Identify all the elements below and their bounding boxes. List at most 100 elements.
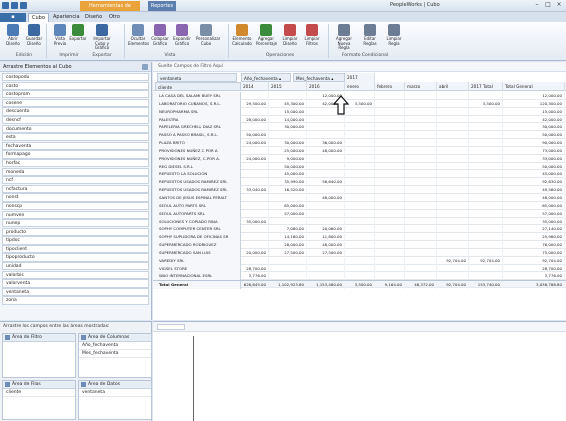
pivot-cell[interactable]: 24,000.00 bbox=[241, 154, 269, 163]
pivot-cell[interactable] bbox=[345, 272, 375, 281]
pivot-cell[interactable]: 48,372.00 bbox=[405, 281, 437, 290]
field-list-item[interactable]: costopodu bbox=[2, 73, 149, 82]
pivot-cell[interactable]: 35,000.00 bbox=[503, 217, 565, 226]
close-button[interactable]: × bbox=[554, 1, 564, 9]
pivot-cell[interactable] bbox=[375, 225, 405, 234]
pivot-cell[interactable] bbox=[307, 131, 345, 140]
pivot-cell[interactable] bbox=[345, 107, 375, 116]
ribbon-button-7[interactable]: Expandir Gráfico bbox=[172, 24, 192, 46]
pivot-cell[interactable]: 25,000.00 bbox=[269, 146, 307, 155]
row-header-cliente[interactable]: SOPHY SUPLIDORA DE OFICINAS SR bbox=[153, 233, 241, 242]
pivot-cell[interactable]: 42,000.00 bbox=[503, 115, 565, 124]
pivot-cell[interactable] bbox=[437, 170, 469, 179]
pivot-cell[interactable] bbox=[375, 241, 405, 249]
pivot-cell[interactable] bbox=[375, 178, 405, 187]
pivot-cell[interactable] bbox=[437, 107, 469, 116]
pivot-cell[interactable] bbox=[469, 241, 503, 249]
pivot-cell[interactable] bbox=[405, 162, 437, 171]
pivot-cell[interactable] bbox=[241, 233, 269, 242]
pivot-cell[interactable] bbox=[405, 193, 437, 202]
field-list-item[interactable]: producto bbox=[2, 227, 149, 236]
pivot-cell[interactable]: 50,000.00 bbox=[269, 162, 307, 171]
pivot-cell[interactable] bbox=[269, 256, 307, 265]
pivot-cell[interactable] bbox=[405, 92, 437, 100]
field-list-item[interactable]: costo bbox=[2, 81, 149, 90]
pivot-cell[interactable] bbox=[437, 131, 469, 140]
pivot-cell[interactable] bbox=[405, 131, 437, 140]
pivot-cell[interactable] bbox=[405, 201, 437, 210]
pivot-cell[interactable]: 9,000.00 bbox=[269, 154, 307, 163]
pivot-cell[interactable] bbox=[405, 233, 437, 242]
ribbon-button-10[interactable]: Agregar Porcentaje bbox=[256, 24, 277, 46]
pivot-cell[interactable] bbox=[405, 256, 437, 265]
pivot-cell[interactable]: 12,000.00 bbox=[503, 92, 565, 100]
row-header-cliente[interactable]: SUPERMERCADO RODRIGUEZ bbox=[153, 241, 241, 249]
pivot-cell[interactable]: 50,000.00 bbox=[503, 131, 565, 140]
pivot-cell[interactable] bbox=[437, 146, 469, 155]
year-header-2017[interactable]: 2017 bbox=[345, 73, 375, 82]
row-header-cliente[interactable]: SUPERMERCADO SAN LUIS bbox=[153, 248, 241, 257]
pivot-cell[interactable]: 20,060.00 bbox=[307, 225, 345, 234]
row-header-cliente[interactable]: PROVISIONES NUÑEZ C POR A bbox=[153, 146, 241, 155]
pivot-cell[interactable] bbox=[345, 264, 375, 273]
pivot-cell[interactable]: 50,000.00 bbox=[241, 131, 269, 140]
pivot-cell[interactable] bbox=[345, 233, 375, 242]
year-header-2014[interactable]: 2014 bbox=[241, 82, 269, 91]
pivot-cell[interactable]: 3,500.00 bbox=[345, 281, 375, 290]
row-header-cliente[interactable]: NEUROPHARMA SRL bbox=[153, 107, 241, 116]
pivot-cell[interactable] bbox=[241, 193, 269, 202]
pivot-cell[interactable] bbox=[437, 201, 469, 210]
pivot-cell[interactable]: 14,000.00 bbox=[269, 115, 307, 124]
ribbon-button-9[interactable]: Elemento Calculado bbox=[232, 24, 252, 46]
row-header-cliente[interactable]: WAO INTERNACIONAL ESRL bbox=[153, 272, 241, 281]
pivot-cell[interactable] bbox=[375, 248, 405, 257]
pivot-cell[interactable]: 36,000.00 bbox=[307, 139, 345, 147]
row-field-header[interactable]: cliente bbox=[155, 82, 241, 91]
ribbon-button-5[interactable]: Ocultar Elementos bbox=[128, 24, 149, 46]
pivot-cell[interactable] bbox=[375, 217, 405, 226]
pivot-cell[interactable] bbox=[375, 131, 405, 140]
total-row-label[interactable]: Total General bbox=[153, 281, 241, 290]
pivot-cell[interactable] bbox=[405, 123, 437, 132]
columns-area-item[interactable]: Mes_fechaventa bbox=[79, 350, 151, 358]
pivot-cell[interactable] bbox=[405, 241, 437, 249]
ribbon-button-13[interactable]: Agregar Nueva Regla bbox=[334, 24, 354, 51]
ribbon-button-2[interactable]: Vista Previa bbox=[50, 24, 70, 46]
data-area[interactable]: Área de Datos ventaneta bbox=[78, 380, 152, 420]
pivot-cell[interactable]: 11,800.00 bbox=[307, 233, 345, 242]
row-header-cliente[interactable]: REPUESTOS USADOS RAMIREZ SRL bbox=[153, 186, 241, 194]
pivot-cell[interactable] bbox=[437, 186, 469, 194]
ribbon-button-15[interactable]: Limpiar Regla bbox=[384, 24, 404, 46]
pivot-cell[interactable] bbox=[405, 272, 437, 281]
pivot-cell[interactable] bbox=[405, 248, 437, 257]
pivot-cell[interactable]: 33,040.00 bbox=[241, 186, 269, 194]
pivot-cell[interactable] bbox=[437, 264, 469, 273]
pivot-cell[interactable] bbox=[437, 123, 469, 132]
pivot-cell[interactable] bbox=[345, 248, 375, 257]
pivot-cell[interactable]: 28,000.00 bbox=[241, 115, 269, 124]
pivot-cell[interactable] bbox=[469, 123, 503, 132]
pivot-cell[interactable] bbox=[345, 139, 375, 147]
pivot-cell[interactable]: 14,160.00 bbox=[269, 233, 307, 242]
pivot-cell[interactable]: 48,000.00 bbox=[503, 193, 565, 202]
pivot-cell[interactable]: 7,080.00 bbox=[269, 225, 307, 234]
context-tab-reports[interactable]: Reportes bbox=[148, 1, 176, 11]
pivot-cell[interactable] bbox=[469, 272, 503, 281]
field-list-item[interactable]: desncf bbox=[2, 115, 149, 125]
pivot-cell[interactable] bbox=[345, 170, 375, 179]
row-header-cliente[interactable]: VIGSEL STORE bbox=[153, 264, 241, 273]
pivot-cell[interactable]: 33,000.00 bbox=[503, 154, 565, 163]
row-header-cliente[interactable]: PALESTRA bbox=[153, 115, 241, 124]
pivot-cell[interactable]: 50,000.00 bbox=[503, 162, 565, 171]
pivot-cell[interactable] bbox=[375, 154, 405, 163]
pivot-cell[interactable]: 48,000.00 bbox=[307, 146, 345, 155]
pivot-cell[interactable] bbox=[269, 131, 307, 140]
columns-area[interactable]: Área de Columnas Año_fechaventa Mes_fech… bbox=[78, 333, 152, 378]
pivot-cell[interactable] bbox=[469, 162, 503, 171]
pivot-cell[interactable]: 20,000.00 bbox=[241, 248, 269, 257]
column-field-month[interactable]: Mes_fechaventa ▴ bbox=[293, 73, 345, 82]
pivot-cell[interactable]: 48,000.00 bbox=[307, 241, 345, 249]
pivot-cell[interactable] bbox=[345, 123, 375, 132]
chart-filter-box[interactable] bbox=[157, 324, 185, 330]
tab-diseno[interactable]: Diseño bbox=[82, 13, 105, 22]
